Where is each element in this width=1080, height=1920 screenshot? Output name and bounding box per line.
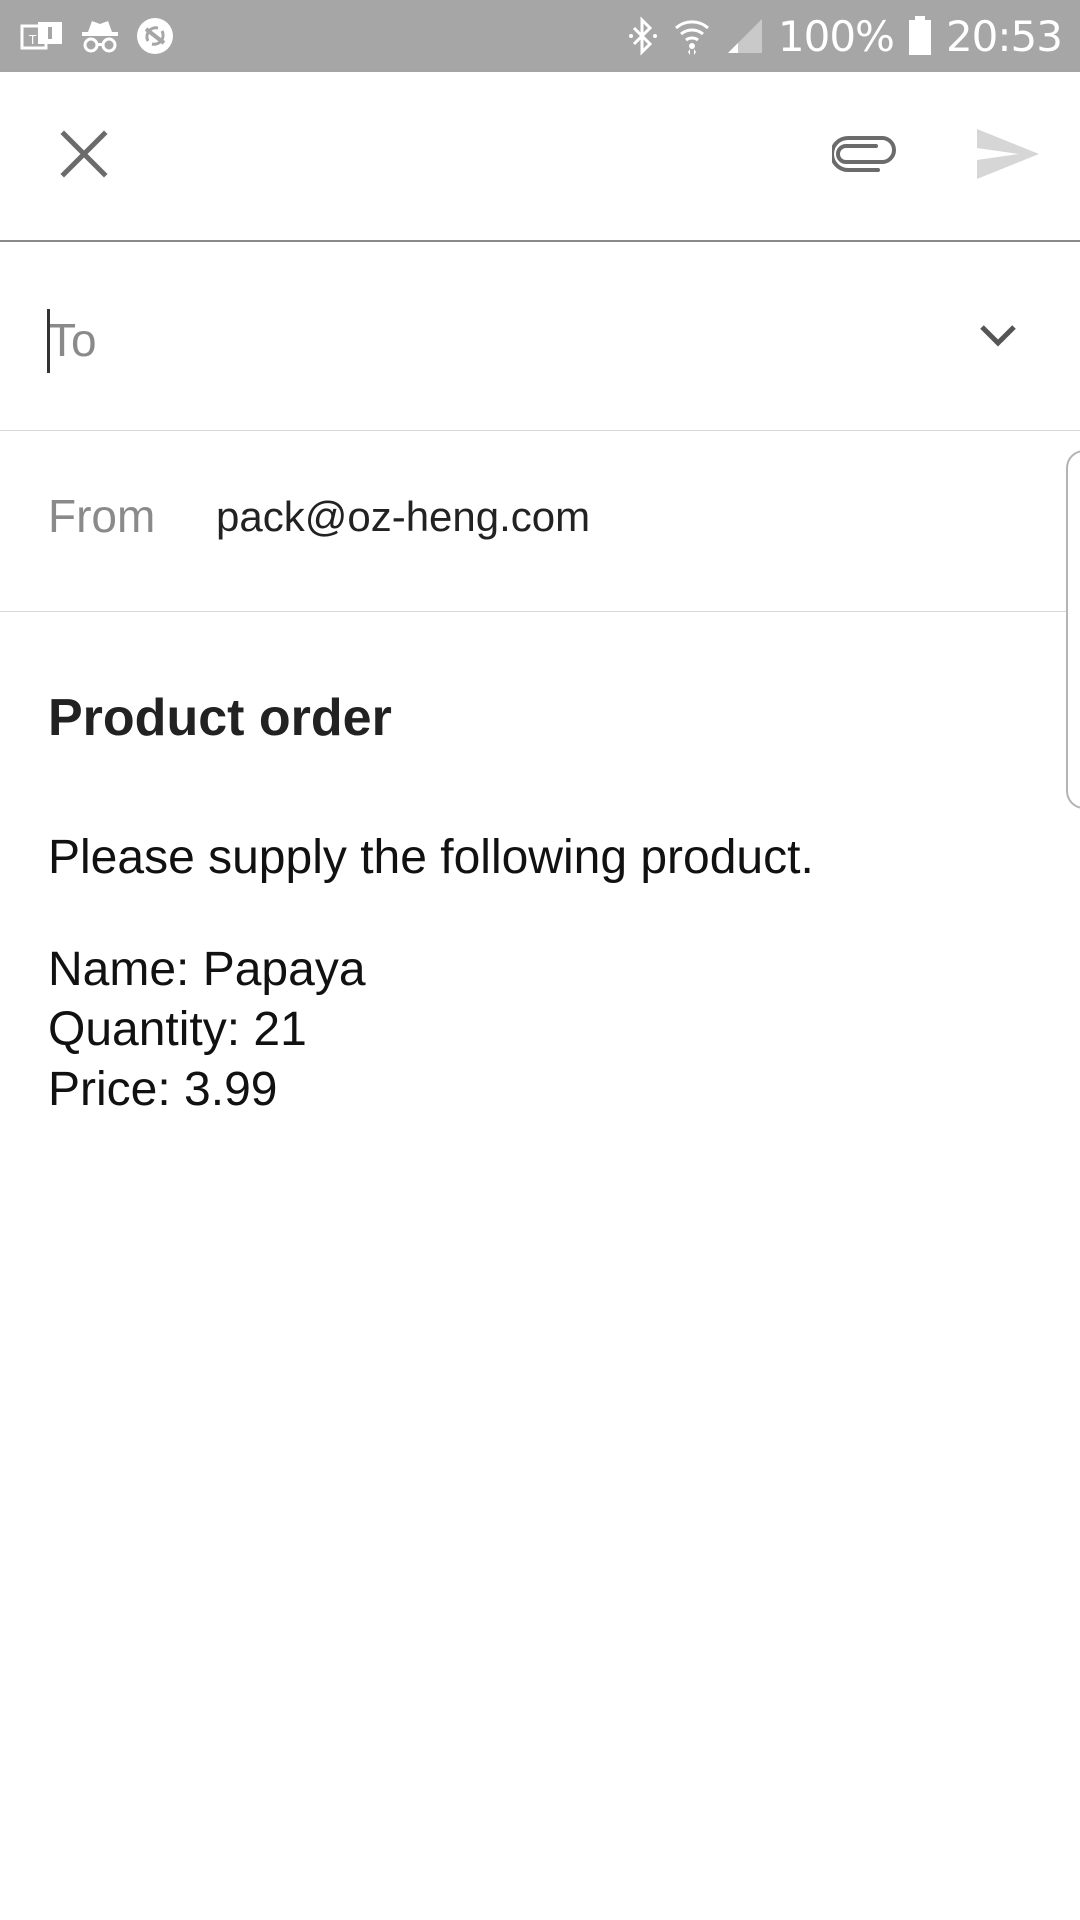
svg-text:T: T xyxy=(28,33,37,47)
subject-text[interactable]: Product order xyxy=(48,688,392,748)
battery-percent: 100% xyxy=(777,11,895,61)
to-row xyxy=(0,242,1080,431)
battery-icon xyxy=(908,16,932,56)
body-line[interactable]: Name: Papaya xyxy=(48,942,366,997)
cell-signal-icon xyxy=(726,17,764,55)
close-button[interactable] xyxy=(34,106,134,206)
expand-recipients-button[interactable] xyxy=(950,290,1046,386)
wifi-icon xyxy=(672,16,712,56)
paperclip-icon xyxy=(830,134,896,179)
status-right-icons: 100% 20:53 xyxy=(628,10,1063,62)
notification-box-icon: T xyxy=(20,20,64,52)
scroll-handle[interactable] xyxy=(1066,450,1080,809)
to-field[interactable] xyxy=(48,310,928,370)
body-line[interactable]: Quantity: 21 xyxy=(48,1002,307,1057)
no-sync-icon xyxy=(136,17,174,55)
chevron-down-icon xyxy=(978,323,1018,354)
from-address[interactable]: pack@oz-heng.com xyxy=(216,493,590,541)
status-bar: T 100% 20:53 xyxy=(0,0,1080,72)
body-line[interactable]: Please supply the following product. xyxy=(48,830,814,885)
clock: 20:53 xyxy=(945,11,1063,61)
body-line[interactable]: Price: 3.99 xyxy=(48,1062,277,1117)
bluetooth-icon xyxy=(628,16,658,56)
from-row[interactable]: From pack@oz-heng.com xyxy=(0,431,1080,612)
text-cursor xyxy=(47,309,50,373)
compose-toolbar xyxy=(0,72,1080,242)
incognito-icon xyxy=(80,18,120,54)
status-left-icons: T xyxy=(20,14,174,58)
attach-button[interactable] xyxy=(814,106,914,206)
send-icon xyxy=(975,127,1041,186)
close-icon xyxy=(60,129,108,183)
from-label: From xyxy=(48,490,156,542)
send-button[interactable] xyxy=(958,106,1058,206)
